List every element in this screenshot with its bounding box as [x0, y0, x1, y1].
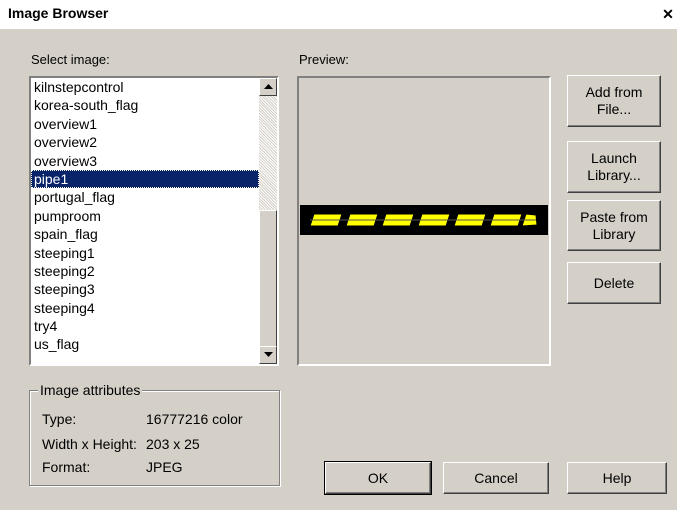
ok-button[interactable]: OK [324, 461, 432, 495]
list-item[interactable]: steeping2 [31, 262, 259, 280]
image-listbox[interactable]: kilnstepcontrol korea-south_flag overview1… [29, 76, 279, 366]
list-item[interactable]: pipe1 [31, 169, 259, 189]
arrow-down-icon[interactable] [259, 346, 277, 364]
list-item[interactable]: steeping3 [31, 280, 259, 298]
size-label: Width x Height: [42, 436, 137, 452]
list-item[interactable]: steeping1 [31, 244, 259, 262]
size-value: 203 x 25 [146, 436, 200, 452]
format-label: Format: [42, 459, 91, 475]
arrow-up-icon[interactable] [259, 78, 277, 96]
title-bar: Image Browser ✕ [0, 0, 677, 28]
list-item[interactable]: steeping4 [31, 299, 259, 317]
list-item[interactable]: kilnstepcontrol [31, 78, 259, 96]
type-value: 16777216 color [146, 411, 243, 427]
list-item[interactable]: overview3 [31, 152, 259, 170]
delete-button[interactable]: Delete [567, 262, 661, 304]
help-button[interactable]: Help [567, 462, 667, 494]
image-attributes-group: Image attributes Type: 16777216 color Wi… [29, 382, 280, 486]
close-icon[interactable]: ✕ [659, 6, 677, 22]
format-value: JPEG [146, 459, 183, 475]
list-item[interactable]: try4 [31, 317, 259, 335]
preview-image-pipe [300, 205, 548, 235]
list-item[interactable]: pumproom [31, 207, 259, 225]
paste-from-library-button[interactable]: Paste from Library [567, 200, 661, 251]
list-item[interactable]: spain_flag [31, 225, 259, 243]
list-item[interactable]: overview2 [31, 133, 259, 151]
cancel-button[interactable]: Cancel [443, 462, 549, 494]
window-title: Image Browser [8, 5, 109, 21]
list-item[interactable]: portugal_flag [31, 188, 259, 206]
preview-label: Preview: [299, 52, 349, 67]
add-from-file-button[interactable]: Add from File... [567, 75, 661, 127]
type-label: Type: [42, 411, 77, 427]
launch-library-button[interactable]: Launch Library... [567, 141, 661, 193]
select-image-label: Select image: [31, 52, 110, 67]
title-divider [0, 28, 677, 29]
image-list: kilnstepcontrol korea-south_flag overview1… [31, 78, 259, 364]
list-item[interactable]: us_flag [31, 335, 259, 353]
list-scrollbar[interactable] [259, 78, 277, 364]
scrollbar-thumb[interactable] [259, 210, 277, 348]
image-attributes-legend: Image attributes [38, 382, 143, 398]
image-preview [297, 76, 551, 366]
pipe-preview-graphic [309, 213, 538, 227]
list-item[interactable]: korea-south_flag [31, 96, 259, 114]
list-item[interactable]: overview1 [31, 115, 259, 133]
